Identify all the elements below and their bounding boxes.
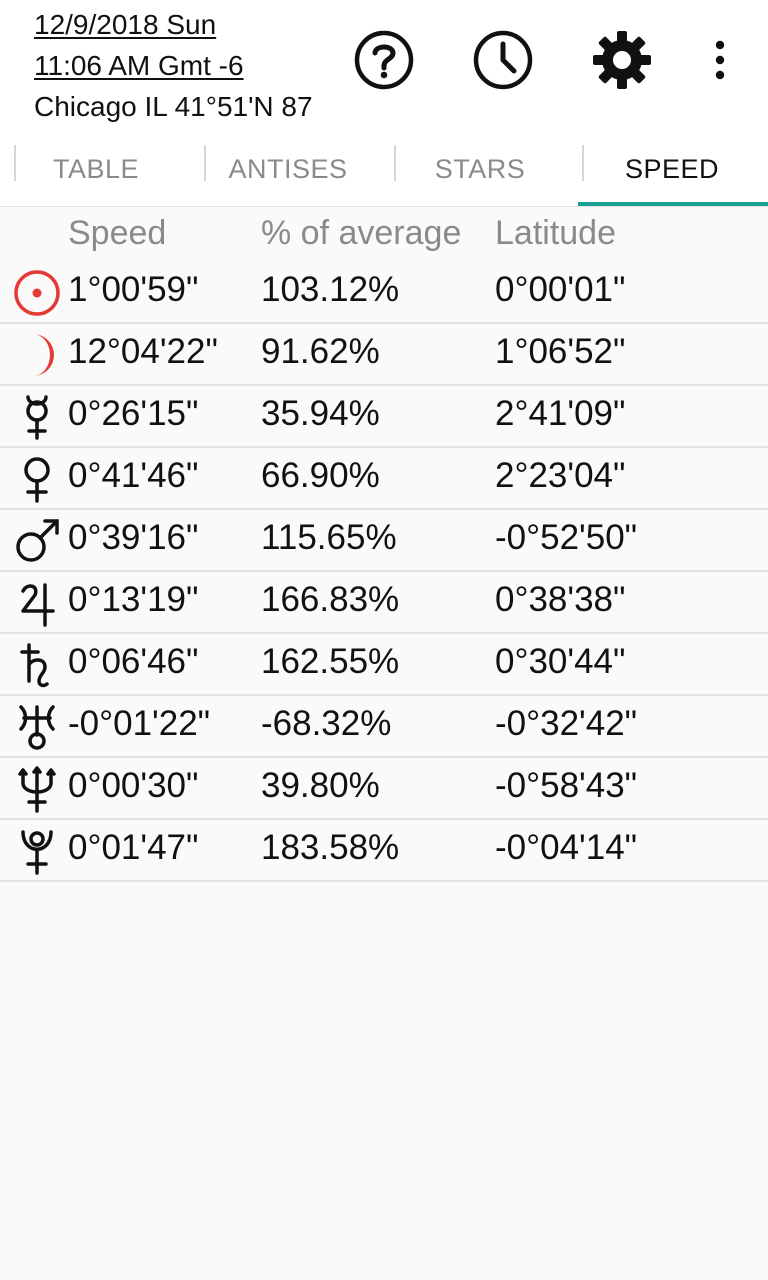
- column-header-latitude: Latitude: [495, 214, 616, 252]
- speed-value: -0°01'22": [68, 704, 211, 743]
- chart-info: 12/9/2018 Sun 11:06 AM Gmt -6 Chicago IL…: [34, 4, 326, 127]
- table-row[interactable]: 0°26'15" 35.94% 2°41'09": [0, 386, 768, 448]
- latitude-value: -0°32'42": [495, 704, 638, 743]
- latitude-value: 0°38'38": [495, 580, 626, 619]
- neptune-icon: [12, 764, 62, 814]
- tab-bar: TABLE ANTISES STARS SPEED: [0, 132, 768, 207]
- speed-value: 12°04'22": [68, 332, 218, 371]
- saturn-icon: [12, 640, 62, 690]
- table-row[interactable]: 1°00'59" 103.12% 0°00'01": [0, 262, 768, 324]
- tab-divider: [582, 145, 584, 181]
- latitude-value: 1°06'52": [495, 332, 626, 371]
- percent-value: 91.62%: [261, 332, 380, 371]
- gear-icon[interactable]: [590, 28, 654, 92]
- table-row[interactable]: 0°39'16" 115.65% -0°52'50": [0, 510, 768, 572]
- sun-icon: [12, 268, 62, 318]
- speed-value: 0°39'16": [68, 518, 199, 557]
- percent-value: 115.65%: [261, 518, 397, 557]
- table-row[interactable]: 0°00'30" 39.80% -0°58'43": [0, 758, 768, 820]
- tab-divider: [394, 145, 396, 181]
- tab-label: TABLE: [52, 153, 140, 184]
- tab-label: ANTISES: [228, 153, 348, 184]
- clock-icon[interactable]: [471, 28, 535, 92]
- percent-value: -68.32%: [261, 704, 392, 743]
- table-row[interactable]: 0°13'19" 166.83% 0°38'38": [0, 572, 768, 634]
- tab-divider: [204, 145, 206, 181]
- latitude-value: 0°30'44": [495, 642, 626, 681]
- speed-value: 1°00'59": [68, 270, 199, 309]
- app-root: 12/9/2018 Sun 11:06 AM Gmt -6 Chicago IL…: [0, 0, 768, 1280]
- table-header: Speed % of average Latitude: [0, 206, 768, 262]
- table-row[interactable]: 0°41'46" 66.90% 2°23'04": [0, 448, 768, 510]
- table-row[interactable]: -0°01'22" -68.32% -0°32'42": [0, 696, 768, 758]
- speed-table: Speed % of average Latitude 1°00'59" 103…: [0, 206, 768, 882]
- latitude-value: 2°23'04": [495, 456, 626, 495]
- tab-stars[interactable]: STARS: [384, 132, 576, 206]
- tab-label: STARS: [434, 153, 526, 184]
- speed-value: 0°00'30": [68, 766, 199, 805]
- latitude-value: -0°58'43": [495, 766, 638, 805]
- jupiter-icon: [12, 578, 62, 628]
- date-link[interactable]: 12/9/2018 Sun: [34, 4, 326, 45]
- column-header-percent: % of average: [261, 214, 462, 252]
- help-icon[interactable]: [352, 28, 416, 92]
- location-text[interactable]: Chicago IL 41°51'N 87: [34, 86, 326, 127]
- speed-value: 0°26'15": [68, 394, 199, 433]
- speed-value: 0°06'46": [68, 642, 199, 681]
- percent-value: 66.90%: [261, 456, 380, 495]
- tab-divider: [14, 145, 16, 181]
- column-header-speed: Speed: [68, 214, 167, 252]
- mercury-icon: [12, 392, 62, 442]
- pluto-icon: [12, 826, 62, 876]
- table-row[interactable]: 12°04'22" 91.62% 1°06'52": [0, 324, 768, 386]
- time-link[interactable]: 11:06 AM Gmt -6: [34, 45, 326, 86]
- speed-value: 0°01'47": [68, 828, 199, 867]
- moon-icon: [12, 330, 62, 380]
- venus-icon: [12, 454, 62, 504]
- percent-value: 103.12%: [261, 270, 400, 309]
- tab-antises[interactable]: ANTISES: [192, 132, 384, 206]
- percent-value: 35.94%: [261, 394, 380, 433]
- tab-speed[interactable]: SPEED: [576, 132, 768, 206]
- table-row[interactable]: 0°01'47" 183.58% -0°04'14": [0, 820, 768, 882]
- percent-value: 162.55%: [261, 642, 400, 681]
- latitude-value: -0°52'50": [495, 518, 638, 557]
- tab-table[interactable]: TABLE: [0, 132, 192, 206]
- percent-value: 39.80%: [261, 766, 380, 805]
- tab-label: SPEED: [624, 153, 720, 184]
- table-row[interactable]: 0°06'46" 162.55% 0°30'44": [0, 634, 768, 696]
- latitude-value: 0°00'01": [495, 270, 626, 309]
- percent-value: 183.58%: [261, 828, 400, 867]
- app-header: 12/9/2018 Sun 11:06 AM Gmt -6 Chicago IL…: [0, 0, 768, 132]
- speed-value: 0°13'19": [68, 580, 199, 619]
- uranus-icon: [12, 702, 62, 752]
- percent-value: 166.83%: [261, 580, 400, 619]
- latitude-value: 2°41'09": [495, 394, 626, 433]
- mars-icon: [12, 516, 62, 566]
- latitude-value: -0°04'14": [495, 828, 638, 867]
- speed-value: 0°41'46": [68, 456, 199, 495]
- more-vert-icon[interactable]: [688, 28, 752, 92]
